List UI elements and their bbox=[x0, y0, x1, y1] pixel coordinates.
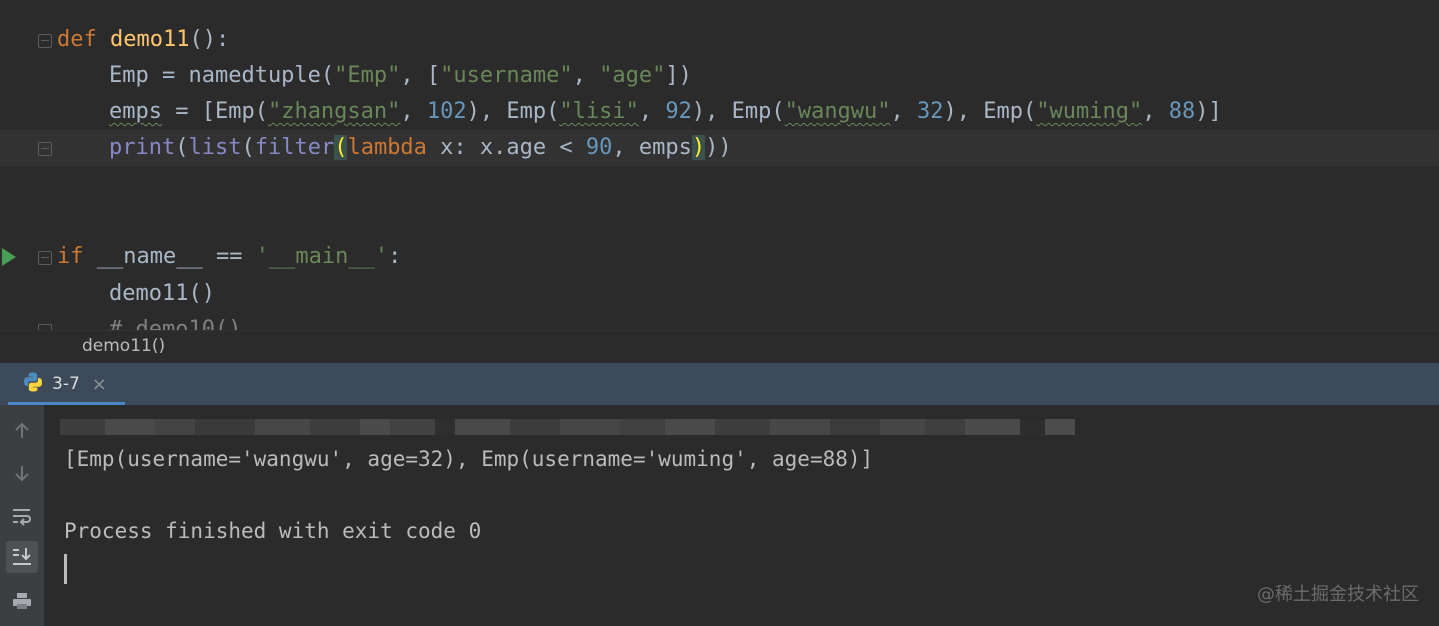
variable-emps: emps bbox=[109, 99, 162, 124]
breadcrumb[interactable]: demo11() bbox=[0, 330, 1439, 364]
code-text: ), Emp( bbox=[691, 99, 785, 124]
print-icon[interactable] bbox=[6, 585, 38, 617]
number-literal: 92 bbox=[665, 99, 692, 124]
keyword-def: def bbox=[57, 27, 97, 52]
string-literal: '__main__' bbox=[255, 244, 389, 269]
code-line-print[interactable]: print(list(filter(lambda x: x.age < 90, … bbox=[0, 130, 1439, 166]
string-literal: "wuming" bbox=[1036, 99, 1143, 124]
down-arrow-icon[interactable] bbox=[6, 457, 38, 489]
number-literal: 90 bbox=[585, 135, 613, 160]
code-text: )] bbox=[1195, 99, 1222, 124]
code-text: Emp = namedtuple( bbox=[109, 63, 335, 88]
code-text: , bbox=[638, 99, 666, 124]
string-literal: "wangwu" bbox=[784, 99, 891, 124]
code-text: , bbox=[400, 99, 427, 124]
matched-paren-close: ) bbox=[691, 135, 706, 160]
number-literal: 32 bbox=[917, 99, 944, 124]
console-caret bbox=[64, 554, 67, 584]
string-literal: "lisi" bbox=[559, 99, 639, 124]
function-name: demo11 bbox=[110, 27, 190, 52]
code-text: )) bbox=[705, 135, 732, 160]
watermark: @稀土掘金技术社区 bbox=[1257, 584, 1419, 605]
blurred-command-line bbox=[60, 419, 1075, 435]
code-text: ), Emp( bbox=[466, 99, 560, 124]
scroll-to-end-icon[interactable] bbox=[6, 541, 38, 573]
code-line-namedtuple[interactable]: Emp = namedtuple("Emp", ["username", "ag… bbox=[0, 58, 1439, 94]
close-icon[interactable]: × bbox=[92, 374, 107, 395]
fold-icon[interactable] bbox=[38, 34, 52, 48]
code-text: = [Emp( bbox=[161, 99, 268, 124]
code-text: (): bbox=[189, 27, 230, 52]
keyword-lambda: lambda bbox=[347, 135, 427, 160]
up-arrow-icon[interactable] bbox=[6, 415, 38, 447]
string-literal: "Emp" bbox=[334, 63, 401, 88]
code-line-comment[interactable]: # demo10() bbox=[0, 312, 1439, 330]
breadcrumb-item[interactable]: demo11() bbox=[82, 336, 165, 356]
code-text: ]) bbox=[665, 63, 692, 88]
console-exit-line: Process finished with exit code 0 bbox=[64, 519, 482, 543]
code-text: ), Emp( bbox=[943, 99, 1037, 124]
code-line-emps[interactable]: emps = [Emp("zhangsan", 102), Emp("lisi"… bbox=[0, 94, 1439, 130]
builtin-list: list bbox=[188, 135, 242, 160]
string-literal: "zhangsan" bbox=[267, 99, 401, 124]
string-literal: "age" bbox=[599, 63, 666, 88]
run-tool-window-header: 3-7 × bbox=[0, 363, 1439, 405]
code-text: , emps bbox=[612, 135, 692, 160]
builtin-filter: filter bbox=[254, 135, 335, 160]
fold-end-icon[interactable] bbox=[38, 142, 52, 156]
run-tab-label: 3-7 bbox=[52, 374, 80, 394]
matched-paren-open: ( bbox=[334, 135, 348, 160]
number-literal: 102 bbox=[426, 99, 467, 124]
soft-wrap-icon[interactable] bbox=[6, 500, 38, 532]
string-literal: "username" bbox=[440, 63, 573, 88]
python-icon bbox=[22, 371, 44, 397]
code-line-call[interactable]: demo11() bbox=[0, 276, 1439, 312]
code-text: , [ bbox=[400, 63, 441, 88]
code-line-def[interactable]: def demo11(): bbox=[0, 22, 1439, 58]
run-tab[interactable]: 3-7 × bbox=[22, 363, 107, 405]
builtin-print: print bbox=[109, 135, 176, 160]
code-text: x: x.age < bbox=[426, 135, 586, 160]
code-text: , bbox=[890, 99, 918, 124]
code-editor[interactable]: def demo11(): Emp = namedtuple("Emp", ["… bbox=[0, 0, 1439, 330]
comment-text: # demo10() bbox=[109, 317, 242, 330]
code-text: __name__ == bbox=[83, 244, 256, 269]
run-console[interactable]: [Emp(username='wangwu', age=32), Emp(use… bbox=[0, 405, 1439, 626]
code-text: ( bbox=[241, 135, 255, 160]
keyword-if: if bbox=[57, 244, 84, 269]
code-text: : bbox=[388, 244, 402, 269]
code-line-if-main[interactable]: if __name__ == '__main__': bbox=[0, 239, 1439, 275]
code-text: demo11() bbox=[109, 281, 215, 306]
code-text: , bbox=[1142, 99, 1169, 124]
console-output-line: [Emp(username='wangwu', age=32), Emp(use… bbox=[64, 447, 874, 471]
code-text: , bbox=[572, 63, 600, 88]
console-toolbar bbox=[0, 405, 44, 626]
number-literal: 88 bbox=[1168, 99, 1196, 124]
fold-icon[interactable] bbox=[38, 251, 52, 265]
code-text: ( bbox=[175, 135, 189, 160]
